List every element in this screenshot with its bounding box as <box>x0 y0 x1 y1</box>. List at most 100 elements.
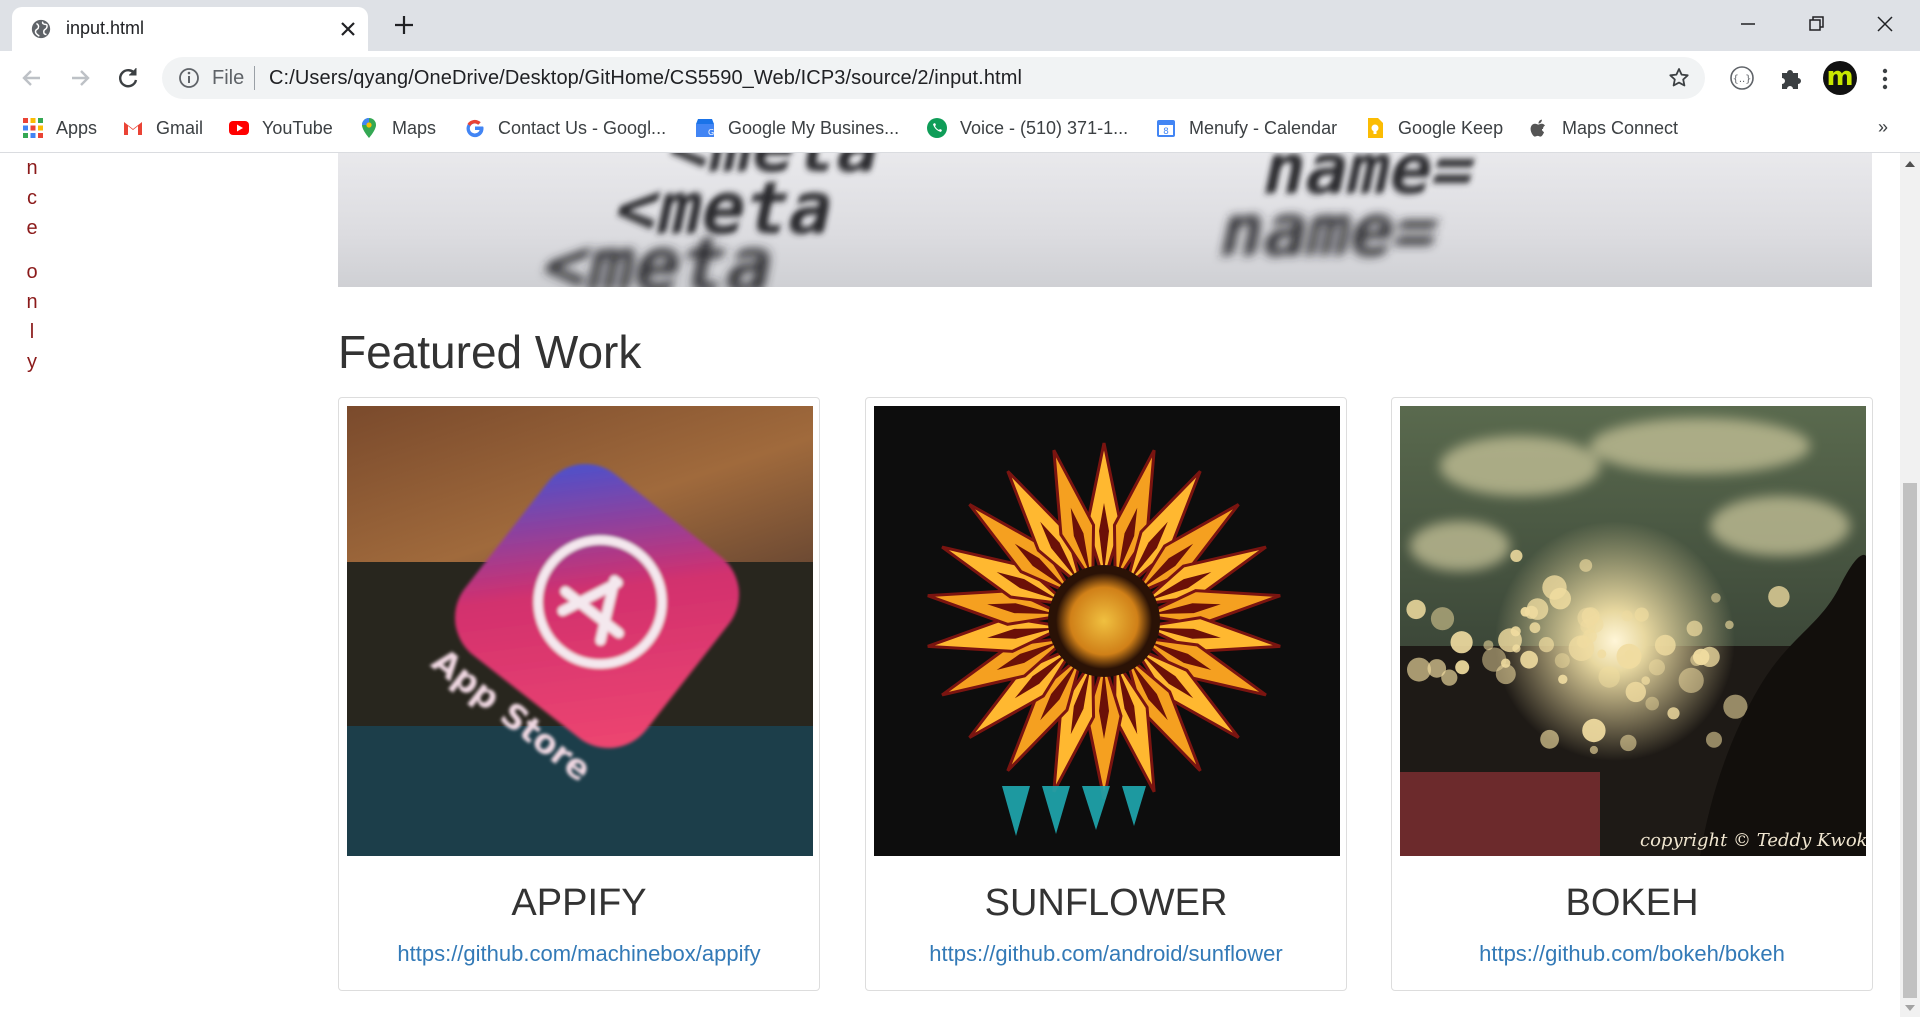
bookmark-label: Apps <box>56 117 98 138</box>
vertical-letter: c <box>27 187 37 209</box>
bokeh-light-dot <box>1768 586 1790 608</box>
bokeh-light-dot <box>1538 637 1554 653</box>
bokeh-photo: copyright © Teddy Kwok 2014 <box>1400 406 1866 856</box>
bokeh-light-dot <box>1520 607 1531 617</box>
back-icon[interactable] <box>18 64 46 92</box>
url-text[interactable]: C:/Users/qyang/OneDrive/Desktop/GitHome/… <box>269 67 1022 90</box>
extensions-puzzle-icon[interactable] <box>1776 63 1806 93</box>
svg-text:G: G <box>708 128 714 137</box>
bokeh-light-dot <box>1526 598 1549 620</box>
vertical-letter: n <box>26 157 38 179</box>
bookmark-gmail[interactable]: Gmail <box>122 115 203 141</box>
bokeh-light-dot <box>1706 731 1722 748</box>
bokeh-light-dot <box>1641 676 1650 685</box>
bokeh-light-dot <box>1554 653 1570 669</box>
calendar-icon: 8 <box>1157 120 1175 137</box>
card-link[interactable]: https://github.com/machinebox/appify <box>339 941 819 967</box>
bookmark-google-my-business[interactable]: G Google My Busines... <box>694 115 899 141</box>
bookmark-label: YouTube <box>262 117 333 138</box>
bokeh-light-dot <box>1450 631 1473 654</box>
close-window-icon[interactable] <box>1871 10 1899 38</box>
bookmark-star-icon[interactable] <box>1667 66 1691 90</box>
google-my-business-icon: G <box>696 119 714 137</box>
project-card-appify: App Store APPIFY https://github.com/mach… <box>338 397 820 991</box>
menu-dots-icon[interactable] <box>1876 65 1894 93</box>
globe-icon <box>31 19 51 39</box>
card-image: copyright © Teddy Kwok 2014 <box>1400 406 1866 856</box>
bokeh-light-dot <box>1582 718 1606 743</box>
voice-icon <box>927 118 947 138</box>
bookmarks-overflow-button[interactable]: » <box>1878 117 1888 138</box>
bookmark-maps[interactable]: Maps <box>358 115 436 141</box>
bookmark-label: Menufy - Calendar <box>1189 117 1338 138</box>
vertical-letter: n <box>26 291 38 313</box>
bokeh-light-dot <box>1520 650 1538 669</box>
bookmark-voice[interactable]: Voice - (510) 371-1... <box>926 115 1128 141</box>
bokeh-light-dot <box>1654 634 1676 656</box>
bookmark-label: Maps <box>392 117 437 138</box>
scroll-down-arrow-icon[interactable] <box>1904 1003 1916 1013</box>
new-tab-icon[interactable] <box>392 13 416 37</box>
bokeh-light-dot <box>1693 648 1710 666</box>
info-icon[interactable] <box>178 67 200 89</box>
card-link[interactable]: https://github.com/android/sunflower <box>866 941 1346 967</box>
bookmark-youtube[interactable]: YouTube <box>228 115 333 141</box>
bokeh-light-dot <box>1482 647 1507 672</box>
card-link[interactable]: https://github.com/bokeh/bokeh <box>1392 941 1872 967</box>
section-title: Featured Work <box>338 326 642 378</box>
bokeh-light-dot <box>1725 620 1734 630</box>
forward-icon[interactable] <box>66 64 94 92</box>
flower-photo <box>874 406 1340 856</box>
bokeh-light-dot <box>1510 549 1523 562</box>
hero-text: <meta <box>535 222 782 287</box>
reload-icon[interactable] <box>114 64 142 92</box>
restore-icon[interactable] <box>1802 10 1830 38</box>
scroll-up-arrow-icon[interactable] <box>1904 159 1916 169</box>
bookmark-google-keep[interactable]: Google Keep <box>1364 115 1503 141</box>
vertical-letter: e <box>26 217 38 239</box>
svg-text:{..}: {..} <box>1732 74 1751 85</box>
page-viewport: n c e o n l y <meta name= <meta name= <m… <box>0 153 1900 1017</box>
close-tab-icon[interactable] <box>336 17 360 41</box>
gmail-icon <box>124 122 142 135</box>
tab-strip: input.html <box>0 0 1920 51</box>
minimize-icon[interactable] <box>1734 10 1762 38</box>
bokeh-light-dot <box>1645 696 1659 711</box>
bookmarks-bar: Apps Gmail YouTube Maps Contact Us - Goo… <box>0 105 1920 153</box>
bokeh-light-dot <box>1579 559 1593 572</box>
bokeh-light-dot <box>1498 628 1522 653</box>
bookmark-apps[interactable]: Apps <box>22 115 97 141</box>
bokeh-light-dot <box>1723 694 1748 719</box>
tab-active[interactable]: input.html <box>12 7 368 51</box>
google-g-icon <box>466 119 484 138</box>
youtube-icon <box>229 121 249 135</box>
bokeh-light-dot <box>1568 635 1595 661</box>
extension-code-icon[interactable]: {..} <box>1727 63 1757 93</box>
bokeh-light-dot <box>1529 622 1541 634</box>
address-bar[interactable]: File C:/Users/qyang/OneDrive/Desktop/Git… <box>162 57 1705 99</box>
bokeh-light-dot <box>1648 659 1665 676</box>
tab-title: input.html <box>66 18 145 38</box>
bookmark-maps-connect[interactable]: Maps Connect <box>1528 115 1678 141</box>
vertical-letter: l <box>29 321 35 343</box>
bokeh-light-dot <box>1597 649 1607 659</box>
apps-grid-icon <box>23 118 43 138</box>
bookmark-menufy-calendar[interactable]: 8 Menufy - Calendar <box>1155 115 1337 141</box>
bookmark-label: Contact Us - Googl... <box>498 117 667 138</box>
card-image <box>874 406 1340 856</box>
bokeh-light-dot <box>1430 607 1455 631</box>
card-title: SUNFLOWER <box>984 882 1228 924</box>
maps-pin-icon <box>362 118 376 138</box>
bokeh-light-dot <box>1625 681 1646 703</box>
svg-text:8: 8 <box>1163 127 1169 137</box>
vertical-scrollbar[interactable] <box>1900 153 1920 1017</box>
project-card-sunflower: SUNFLOWER https://github.com/android/sun… <box>865 397 1347 991</box>
scrollbar-thumb[interactable] <box>1903 483 1917 998</box>
bokeh-light-dot <box>1667 707 1680 720</box>
bookmark-label: Gmail <box>156 117 204 138</box>
hero-image: <meta name= <meta name= <meta <box>338 153 1872 287</box>
toolbar: File C:/Users/qyang/OneDrive/Desktop/Git… <box>0 51 1920 105</box>
profile-avatar[interactable]: m <box>1823 61 1857 95</box>
bookmark-contact-us[interactable]: Contact Us - Googl... <box>464 115 666 141</box>
bokeh-light-dot <box>1455 660 1470 675</box>
